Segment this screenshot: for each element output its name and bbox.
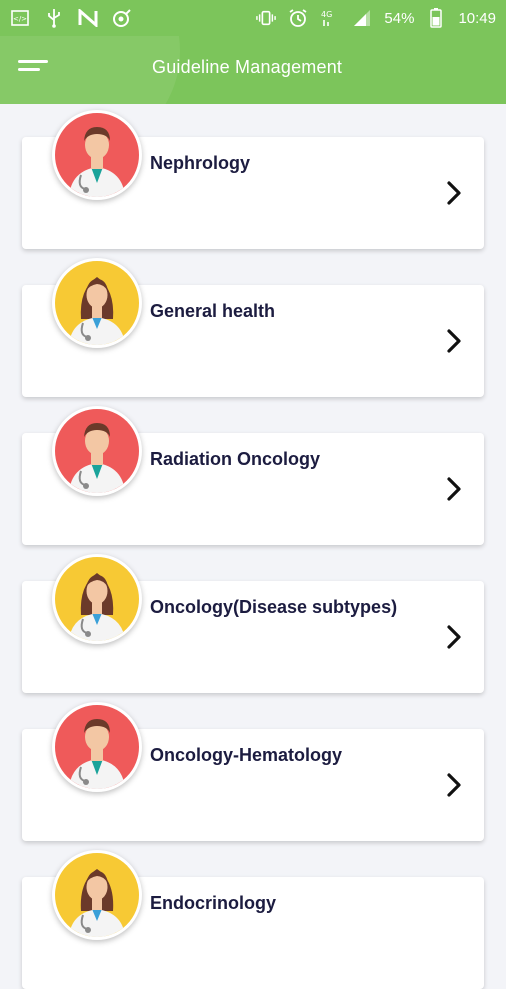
vibrate-icon [256,8,277,28]
n-app-icon [78,8,98,28]
chevron-right-icon [447,625,461,649]
chevron-right-icon [447,329,461,353]
list-item-label: Oncology-Hematology [150,745,343,765]
svg-text:</>: </> [13,15,27,23]
chevron-right-icon [447,477,461,501]
list-item-label: Nephrology [150,153,251,173]
location-target-icon [112,8,132,28]
male-doctor-avatar [52,110,142,200]
hamburger-menu-icon[interactable] [18,60,48,80]
female-doctor-avatar [52,850,142,940]
list-item-label: Radiation Oncology [150,449,321,469]
status-right-icons: 4G 54% 10:49 [256,8,496,28]
page-title: Guideline Management [152,57,343,77]
alarm-icon [288,8,308,28]
female-doctor-avatar [52,258,142,348]
status-bar: </> 4G 54% 10:49 [0,0,506,36]
signal-bars-icon [352,8,372,28]
battery-icon [426,8,446,28]
status-left-icons: </> [10,8,132,28]
app-bar: Guideline Management [0,36,506,104]
male-doctor-avatar [52,702,142,792]
battery-percent: 54% [384,9,415,27]
list-item-label: Endocrinology [150,893,276,913]
chevron-right-icon [447,773,461,797]
usb-icon [44,8,64,28]
code-icon: </> [10,8,30,28]
clock: 10:49 [458,9,496,27]
female-doctor-avatar [52,554,142,644]
male-doctor-avatar [52,406,142,496]
list-item-label: Oncology(Disease subtypes) [150,597,398,617]
list-item-label: General health [150,301,276,321]
svg-text:4G: 4G [321,10,332,19]
chevron-right-icon [447,181,461,205]
signal-4g-icon: 4G [320,8,340,28]
